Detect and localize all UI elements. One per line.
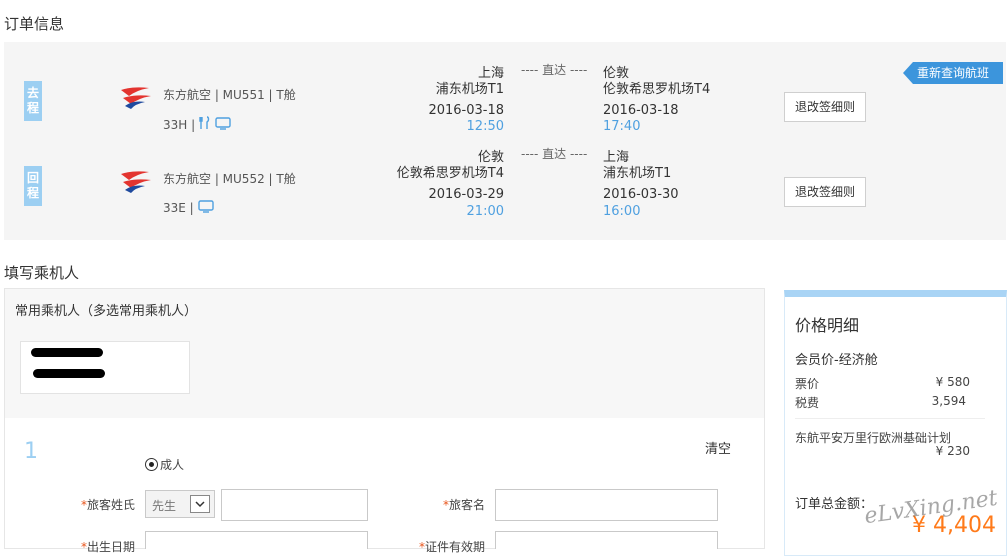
outbound-tag: 去 程 bbox=[24, 81, 42, 121]
frequent-passengers-title: 常用乘机人（多选常用乘机人） bbox=[15, 304, 198, 319]
insurance-label: 东航平安万里行欧洲基础计划 bbox=[795, 431, 952, 445]
return-arr-time: 16:00 bbox=[603, 204, 641, 219]
price-detail-card: 价格明细 会员价-经济舱 票价 ¥ 580 税费 3,594 东航平安万里行欧洲… bbox=[784, 290, 1007, 556]
outbound-seat-row: 33H | bbox=[163, 116, 231, 133]
outbound-rules-button[interactable]: 退改签细则 bbox=[784, 92, 866, 122]
given-name-label: *旅客名 bbox=[443, 498, 486, 512]
price-divider bbox=[795, 418, 985, 419]
adult-label: 成人 bbox=[160, 458, 185, 472]
return-airline-info: 东方航空 | MU552 | T舱 bbox=[163, 172, 296, 186]
outbound-dep-time: 12:50 bbox=[466, 119, 504, 134]
passenger-form bbox=[4, 418, 765, 549]
return-dep-airport: 伦敦希思罗机场T4 bbox=[396, 166, 504, 181]
surname-label: *旅客姓氏 bbox=[81, 498, 136, 512]
insurance-value: ¥ 230 bbox=[935, 444, 970, 458]
surname-input[interactable] bbox=[221, 489, 368, 521]
birth-date-input[interactable] bbox=[145, 531, 368, 549]
total-label: 订单总金额： bbox=[795, 497, 874, 512]
outbound-seat: 33H | bbox=[163, 117, 196, 132]
id-valid-label: *证件有效期 bbox=[419, 540, 486, 554]
radio-checked-icon bbox=[145, 458, 158, 471]
return-rules-button[interactable]: 退改签细则 bbox=[784, 177, 866, 207]
requery-flights-button[interactable]: 重新查询航班 bbox=[903, 62, 1003, 84]
tax-value: 3,594 bbox=[931, 394, 966, 408]
redacted-name-bar bbox=[31, 348, 103, 357]
redacted-id-bar bbox=[33, 369, 105, 378]
airline-logo-icon bbox=[119, 168, 153, 197]
return-arr-date: 2016-03-30 bbox=[603, 187, 679, 202]
tax-label: 税费 bbox=[795, 396, 820, 410]
outbound-dep-date: 2016-03-18 bbox=[428, 103, 504, 118]
seat-screen-icon bbox=[215, 116, 231, 133]
ticket-label: 票价 bbox=[795, 377, 820, 391]
title-select-value: 先生 bbox=[152, 499, 177, 513]
birth-date-label: *出生日期 bbox=[81, 540, 136, 554]
passenger-index: 1 bbox=[24, 439, 38, 464]
return-seat: 33E | bbox=[163, 201, 194, 215]
outbound-tag-label: 去 程 bbox=[26, 86, 39, 115]
outbound-airline-info: 东方航空 | MU551 | T舱 bbox=[163, 88, 296, 102]
fill-passenger-heading: 填写乘机人 bbox=[4, 264, 80, 282]
airline-logo-icon bbox=[119, 84, 153, 113]
return-seat-row: 33E | bbox=[163, 200, 214, 216]
flights-panel bbox=[4, 42, 1006, 240]
price-title: 价格明细 bbox=[795, 316, 860, 335]
given-name-input[interactable] bbox=[495, 489, 718, 521]
return-direct: ---- 直达 ---- bbox=[521, 147, 588, 161]
id-valid-input[interactable] bbox=[495, 531, 718, 549]
return-arr-airport: 浦东机场T1 bbox=[603, 166, 672, 181]
clear-link[interactable]: 清空 bbox=[705, 438, 731, 457]
adult-radio-option[interactable]: 成人 bbox=[145, 456, 184, 473]
title-select[interactable]: 先生 bbox=[145, 490, 215, 518]
outbound-direct: ---- 直达 ---- bbox=[521, 63, 588, 77]
seat-screen-icon bbox=[198, 200, 214, 216]
return-dep-time: 21:00 bbox=[466, 204, 504, 219]
outbound-arr-airport: 伦敦希思罗机场T4 bbox=[603, 82, 711, 97]
outbound-dep-airport: 浦东机场T1 bbox=[435, 82, 504, 97]
return-tag: 回 程 bbox=[24, 166, 42, 206]
order-info-heading: 订单信息 bbox=[4, 15, 65, 33]
chevron-down-icon bbox=[190, 495, 210, 513]
meal-icon bbox=[199, 116, 211, 133]
frequent-passenger-card[interactable] bbox=[20, 341, 190, 394]
price-cabin: 会员价-经济舱 bbox=[795, 353, 878, 368]
return-tag-label: 回 程 bbox=[26, 171, 39, 200]
outbound-arr-time: 17:40 bbox=[603, 119, 641, 134]
return-dep-date: 2016-03-29 bbox=[428, 187, 504, 202]
outbound-arr-date: 2016-03-18 bbox=[603, 103, 679, 118]
ticket-value: ¥ 580 bbox=[935, 375, 970, 389]
